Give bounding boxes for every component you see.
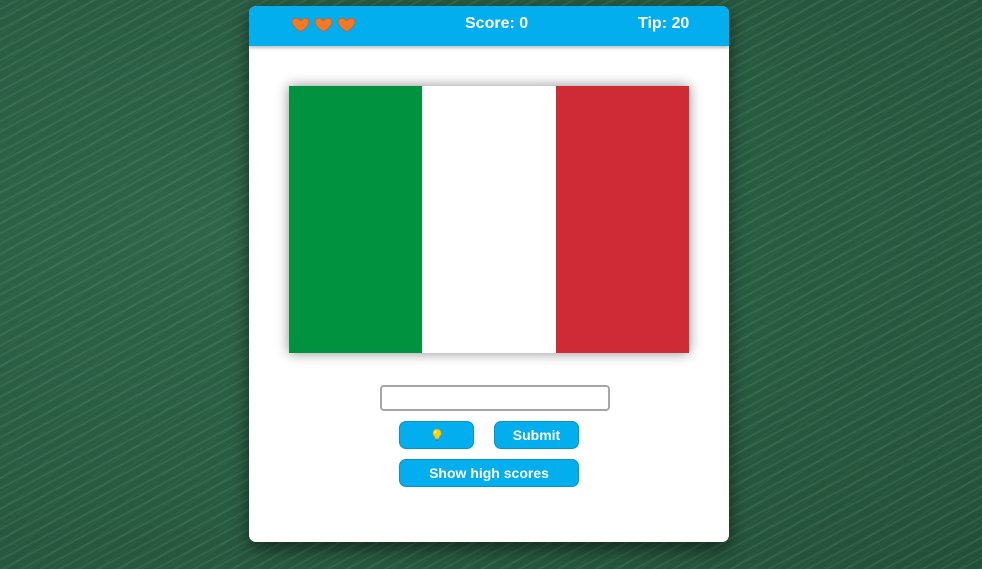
score-display: Score: 0: [465, 15, 529, 32]
show-high-scores-button[interactable]: Show high scores: [399, 459, 579, 487]
game-card: Score: 0 Tip: 20 Submit Show high scores: [249, 6, 729, 542]
status-bar: Score: 0 Tip: 20: [249, 6, 729, 46]
heart-icon: [291, 17, 310, 32]
submit-button[interactable]: Submit: [494, 421, 579, 449]
answer-input[interactable]: [380, 385, 610, 411]
flag-image: [289, 86, 689, 353]
lives-indicator: [291, 15, 356, 35]
hint-button[interactable]: [399, 421, 474, 449]
heart-icon: [314, 17, 333, 32]
flag-stripe-middle: [422, 86, 556, 353]
heart-icon: [337, 17, 356, 32]
lightbulb-icon: [432, 428, 441, 441]
flag-stripe-left: [289, 86, 423, 353]
flag-stripe-right: [555, 86, 689, 353]
tip-counter: Tip: 20: [638, 15, 690, 32]
